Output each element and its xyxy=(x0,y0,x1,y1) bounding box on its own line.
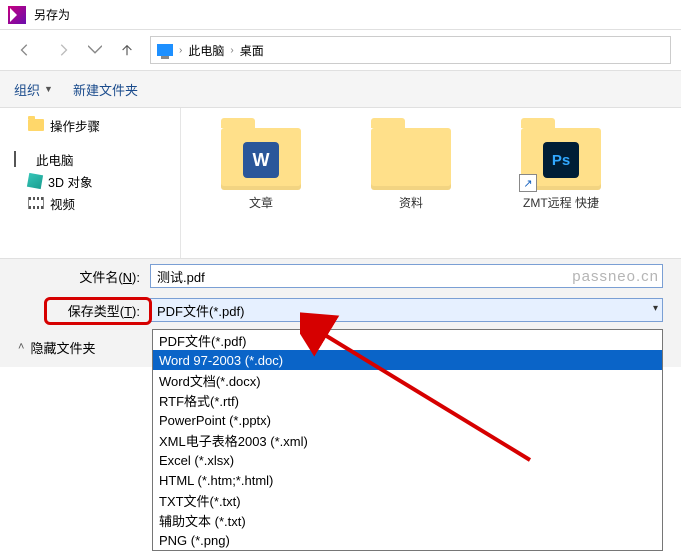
filetype-label: 保存类型(T): xyxy=(0,301,150,320)
filetype-option[interactable]: PowerPoint (*.pptx) xyxy=(153,410,662,430)
up-button[interactable] xyxy=(112,35,142,65)
filetype-combobox[interactable]: PDF文件(*.pdf) ▾ xyxy=(150,298,663,322)
filetype-option[interactable]: 辅助文本 (*.txt) xyxy=(153,510,662,530)
tree-item-pc[interactable]: 此电脑 xyxy=(0,148,180,170)
filename-value: 测试.pdf xyxy=(157,267,205,286)
filetype-option[interactable]: RTF格式(*.rtf) xyxy=(153,390,662,410)
filetype-option[interactable]: HTML (*.htm;*.html) xyxy=(153,470,662,490)
organize-label: 组织 xyxy=(14,80,40,99)
new-folder-label: 新建文件夹 xyxy=(73,80,138,99)
pc-icon xyxy=(157,44,173,56)
tree-item-3d[interactable]: 3D 对象 xyxy=(0,170,180,192)
3d-icon xyxy=(27,173,43,189)
new-folder-button[interactable]: 新建文件夹 xyxy=(73,80,138,99)
crumb-desktop[interactable]: 桌面 xyxy=(240,42,264,59)
file-label: 文章 xyxy=(249,194,273,211)
window-title: 另存为 xyxy=(34,6,70,23)
back-button[interactable] xyxy=(10,35,40,65)
file-label: ZMT远程 快捷 xyxy=(523,194,599,211)
filetype-dropdown[interactable]: PDF文件(*.pdf)Word 97-2003 (*.doc)Word文档(*… xyxy=(152,329,663,551)
form-area: 文件名(N): 测试.pdf 保存类型(T): PDF文件(*.pdf) ▾ P… xyxy=(0,258,681,367)
crumb-pc[interactable]: 此电脑 xyxy=(188,42,224,59)
filename-input[interactable]: 测试.pdf xyxy=(150,264,663,288)
app-icon xyxy=(8,6,26,24)
body: 操作步骤 此电脑 3D 对象 视频 W 文章 资料 Ps xyxy=(0,108,681,258)
tree-item-video[interactable]: 视频 xyxy=(0,192,180,214)
nav-bar: › 此电脑 › 桌面 xyxy=(0,30,681,70)
tree-label: 视频 xyxy=(50,194,75,213)
chevron-right-icon: › xyxy=(179,45,182,56)
organize-button[interactable]: 组织 ▼ xyxy=(14,80,53,99)
filetype-option[interactable]: Word文档(*.docx) xyxy=(153,370,662,390)
word-icon: W xyxy=(243,142,279,178)
recent-dropdown[interactable] xyxy=(86,35,104,65)
filetype-option[interactable]: Word 97-2003 (*.doc) xyxy=(153,350,662,370)
filename-label: 文件名(N): xyxy=(0,267,150,286)
title-bar: 另存为 xyxy=(0,0,681,30)
file-item[interactable]: W 文章 xyxy=(211,128,311,238)
nav-tree: 操作步骤 此电脑 3D 对象 视频 xyxy=(0,108,180,258)
filetype-option[interactable]: Excel (*.xlsx) xyxy=(153,450,662,470)
chevron-down-icon: ▼ xyxy=(44,84,53,94)
hide-label: 隐藏文件夹 xyxy=(30,338,95,357)
video-icon xyxy=(28,197,44,209)
file-item[interactable]: 资料 xyxy=(361,128,461,238)
file-pane[interactable]: W 文章 资料 Ps ↗ ZMT远程 快捷 xyxy=(180,108,681,258)
forward-button[interactable] xyxy=(48,35,78,65)
folder-icon: W xyxy=(221,128,301,190)
shortcut-icon: ↗ xyxy=(519,174,537,192)
filetype-option[interactable]: XML电子表格2003 (*.xml) xyxy=(153,430,662,450)
file-item[interactable]: Ps ↗ ZMT远程 快捷 xyxy=(511,128,611,238)
chevron-down-icon: ▾ xyxy=(653,303,658,314)
toolbar: 组织 ▼ 新建文件夹 xyxy=(0,70,681,108)
tree-label: 此电脑 xyxy=(36,150,74,169)
filetype-option[interactable]: PNG (*.png) xyxy=(153,530,662,550)
chevron-up-icon: ˄ xyxy=(18,341,24,353)
photoshop-icon: Ps xyxy=(543,142,579,178)
pc-icon xyxy=(14,152,30,166)
filetype-option[interactable]: TXT文件(*.txt) xyxy=(153,490,662,510)
tree-label: 3D 对象 xyxy=(48,172,92,191)
folder-icon: Ps ↗ xyxy=(521,128,601,190)
chevron-right-icon: › xyxy=(230,45,233,56)
folder-icon xyxy=(28,119,44,131)
tree-label: 操作步骤 xyxy=(50,116,100,135)
filetype-option[interactable]: PDF文件(*.pdf) xyxy=(153,330,662,350)
filetype-row: 保存类型(T): PDF文件(*.pdf) ▾ xyxy=(0,293,681,327)
filetype-value: PDF文件(*.pdf) xyxy=(157,301,244,320)
filename-row: 文件名(N): 测试.pdf xyxy=(0,259,681,293)
address-bar[interactable]: › 此电脑 › 桌面 xyxy=(150,36,671,64)
folder-icon xyxy=(371,128,451,190)
file-label: 资料 xyxy=(399,194,423,211)
tree-item-steps[interactable]: 操作步骤 xyxy=(0,114,180,136)
